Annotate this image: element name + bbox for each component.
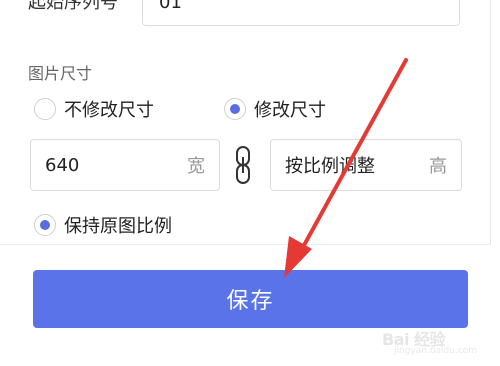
watermark-url: jingyan.baidu.com — [394, 346, 478, 356]
annotation-arrow-icon — [284, 58, 408, 278]
settings-panel: 起始序列号 01 图片尺寸 不修改尺寸 修改尺寸 640 宽 按比例调整 高 保… — [0, 0, 500, 366]
